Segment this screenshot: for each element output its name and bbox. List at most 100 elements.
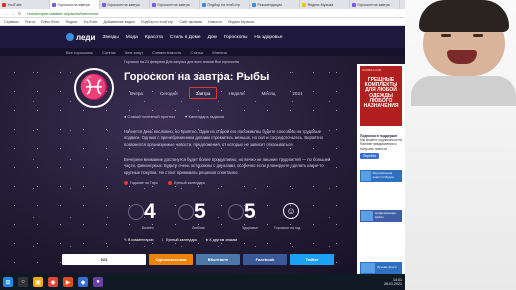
tab-favicon-icon <box>152 2 156 7</box>
share-vk-button[interactable]: ВКонтакте <box>196 254 240 265</box>
nav-item[interactable]: На здоровье <box>254 35 282 40</box>
sidebar-news-item[interactable]: Цифровизация Кейсы <box>360 210 402 222</box>
nav-item[interactable]: Звезды <box>102 35 118 40</box>
link-label: Лунный календарь <box>165 238 198 242</box>
tab-label: Гороскоп на завтра <box>57 2 90 7</box>
option-useful-forecast[interactable]: ● Самый полезный прогноз <box>124 114 175 119</box>
share-facebook-button[interactable]: Facebook <box>243 254 287 265</box>
link-lunar-calendar[interactable]: ☾ Лунный календарь <box>162 238 198 242</box>
block-text: Мы можете подписаться на Rambler уведомл… <box>360 138 402 151</box>
smiley-icon: ☺ <box>283 203 299 219</box>
horoscope-paragraph: Вечернее внимание достанутся будет более… <box>124 157 331 175</box>
address-bar[interactable]: ← → ↻ horoscopes.rambler.ru/pisces/tomor… <box>0 9 405 18</box>
rating-ring-icon <box>178 204 194 220</box>
chrome-icon[interactable]: ◉ <box>48 277 58 287</box>
link-label: В комментарии <box>128 238 154 242</box>
option-calendar[interactable]: ♥ Календарь гадалки <box>185 114 224 119</box>
share-bar: 923 Одноклассники ВКонтакте Facebook Twi… <box>62 254 342 265</box>
advertisement-banner[interactable]: HOMEFLOOR ГРЕЩНЫЕ КОМПЛЕКТЫ ДЛЯ ЛЮБОЙ ОД… <box>360 66 402 126</box>
tab-year[interactable]: 2021 <box>286 87 308 99</box>
subnav-item[interactable]: Совместимость <box>152 50 181 55</box>
folder-icon[interactable]: ▣ <box>33 277 43 287</box>
app-icon[interactable]: ▶ <box>63 277 73 287</box>
browser-tab[interactable]: Гороскоп на завтра <box>150 0 200 9</box>
right-sidebar: HOMEFLOOR ГРЕЩНЫЕ КОМПЛЕКТЫ ДЛЯ ЛЮБОЙ ОД… <box>357 64 405 274</box>
sidebar-news-item[interactable]: Лучшие блоги <box>360 262 402 274</box>
browser-tab-active[interactable]: Гороскоп на завтра <box>50 0 100 9</box>
tab-tomorrow[interactable]: Завтра <box>188 87 218 99</box>
rating-stats: 4 Бизнес 5 Любовь 5 Здоровье ☺ Гороскоп на г… <box>124 201 324 233</box>
share-count: 923 <box>62 254 146 265</box>
subscribe-button[interactable]: Перейти <box>360 152 380 160</box>
back-icon[interactable]: ← <box>4 11 8 16</box>
browser-tab[interactable]: Подбор на этой стр <box>200 0 250 9</box>
bookmark-item[interactable]: Подбор по этой стр <box>141 20 173 24</box>
news-title: Лучшие блоги <box>377 265 397 270</box>
subnav-item[interactable]: Все гороскопы <box>66 50 93 55</box>
share-label: Facebook <box>255 257 275 262</box>
horoscope-content: Гороскоп на 21 февраля Для запуска для в… <box>66 56 338 274</box>
tab-week[interactable]: Неделя <box>222 87 250 99</box>
link-comments[interactable]: ✎ В комментарии <box>124 238 154 242</box>
tag-link[interactable]: Лунный календарь <box>167 181 205 186</box>
subnav-item[interactable]: Чем зовут <box>125 50 144 55</box>
bookmark-item[interactable]: Почта <box>25 20 35 24</box>
url-text[interactable]: horoscopes.rambler.ru/pisces/tomorrow/ <box>27 11 98 16</box>
share-label: Twitter <box>305 257 319 262</box>
stat-health: 5 Здоровье <box>224 201 274 233</box>
tab-favicon-icon <box>352 2 356 7</box>
subnav-item[interactable]: Статьи <box>190 50 203 55</box>
browser-tab[interactable]: YouTube <box>0 0 50 9</box>
tab-today[interactable]: Сегодня <box>154 87 184 99</box>
subscription-block: Подписка в поддержке Мы можете подписать… <box>360 134 402 160</box>
nav-item[interactable]: Стиль в Доме <box>170 35 201 40</box>
bookmark-item[interactable]: Яндекс.Музыка <box>228 20 254 24</box>
webcam-overlay <box>405 0 516 290</box>
share-twitter-button[interactable]: Twitter <box>290 254 334 265</box>
sidebar-news-item[interactable]: Вертикальная новости Медиа <box>360 170 402 182</box>
pisces-zodiac-icon: ♓ <box>74 68 114 108</box>
subnav-item[interactable]: Мнения <box>212 50 226 55</box>
tab-month[interactable]: Месяц <box>256 87 282 99</box>
app-icon[interactable]: ◆ <box>78 277 88 287</box>
bookmark-item[interactable]: Яндекс <box>65 20 77 24</box>
start-icon[interactable]: ⊞ <box>3 277 13 287</box>
system-clock[interactable]: 14:01 28.01.2021 <box>384 278 402 287</box>
link-other-signs[interactable]: ★ К другим знакам <box>205 238 237 242</box>
forward-icon[interactable]: → <box>11 11 15 16</box>
tag-dot-icon <box>167 181 172 186</box>
app-icon[interactable]: ● <box>93 277 103 287</box>
bottom-links: ✎ В комментарии ☾ Лунный календарь ★ К д… <box>124 238 237 242</box>
site-logo[interactable]: леди <box>66 33 95 42</box>
bookmark-item[interactable]: Сервисы <box>4 20 19 24</box>
news-thumbnail <box>361 171 371 181</box>
page-meta: Гороскоп на 21 февраля Для запуска для в… <box>124 60 240 64</box>
bookmark-item[interactable]: Плюс Фото <box>41 20 59 24</box>
browser-tab[interactable]: Гороскоп на завтра <box>100 0 150 9</box>
bookmark-item[interactable]: Добавление видео <box>104 20 135 24</box>
stat-label: Любовь <box>192 226 205 230</box>
search-icon[interactable]: ○ <box>18 277 28 287</box>
bookmark-item[interactable]: YouTube <box>83 20 97 24</box>
reload-icon[interactable]: ↻ <box>18 11 21 16</box>
tab-yesterday[interactable]: Вчера <box>124 87 149 99</box>
webcam-eye <box>441 34 451 37</box>
tab-favicon-icon <box>302 2 306 7</box>
browser-tab[interactable]: Гороскоп на завтра <box>350 0 400 9</box>
bookmark-item[interactable]: Сайт фильма <box>179 20 202 24</box>
tab-label: Подбор на этой стр <box>207 2 240 7</box>
subnav-item[interactable]: Сонник <box>102 50 116 55</box>
tag-link[interactable]: Гадание на Таро <box>124 181 158 186</box>
bookmark-item[interactable]: Новости <box>208 20 222 24</box>
nav-item[interactable]: Мода <box>126 35 138 40</box>
browser-tab[interactable]: Рекомендации <box>250 0 300 9</box>
stat-mood[interactable]: ☺ Гороскоп на год <box>274 201 324 233</box>
nav-item[interactable]: Дом <box>208 35 217 40</box>
nav-item[interactable]: Красота <box>145 35 163 40</box>
share-ok-button[interactable]: Одноклассники <box>149 254 193 265</box>
webcam-person-body <box>411 76 516 106</box>
nav-item[interactable]: Гороскопы <box>224 35 248 40</box>
horoscope-paragraph: Начнется день несложно, но приятно. Один… <box>124 129 324 147</box>
news-thumbnail <box>361 263 375 273</box>
browser-tab[interactable]: Яндекс.Музыка <box>300 0 350 9</box>
